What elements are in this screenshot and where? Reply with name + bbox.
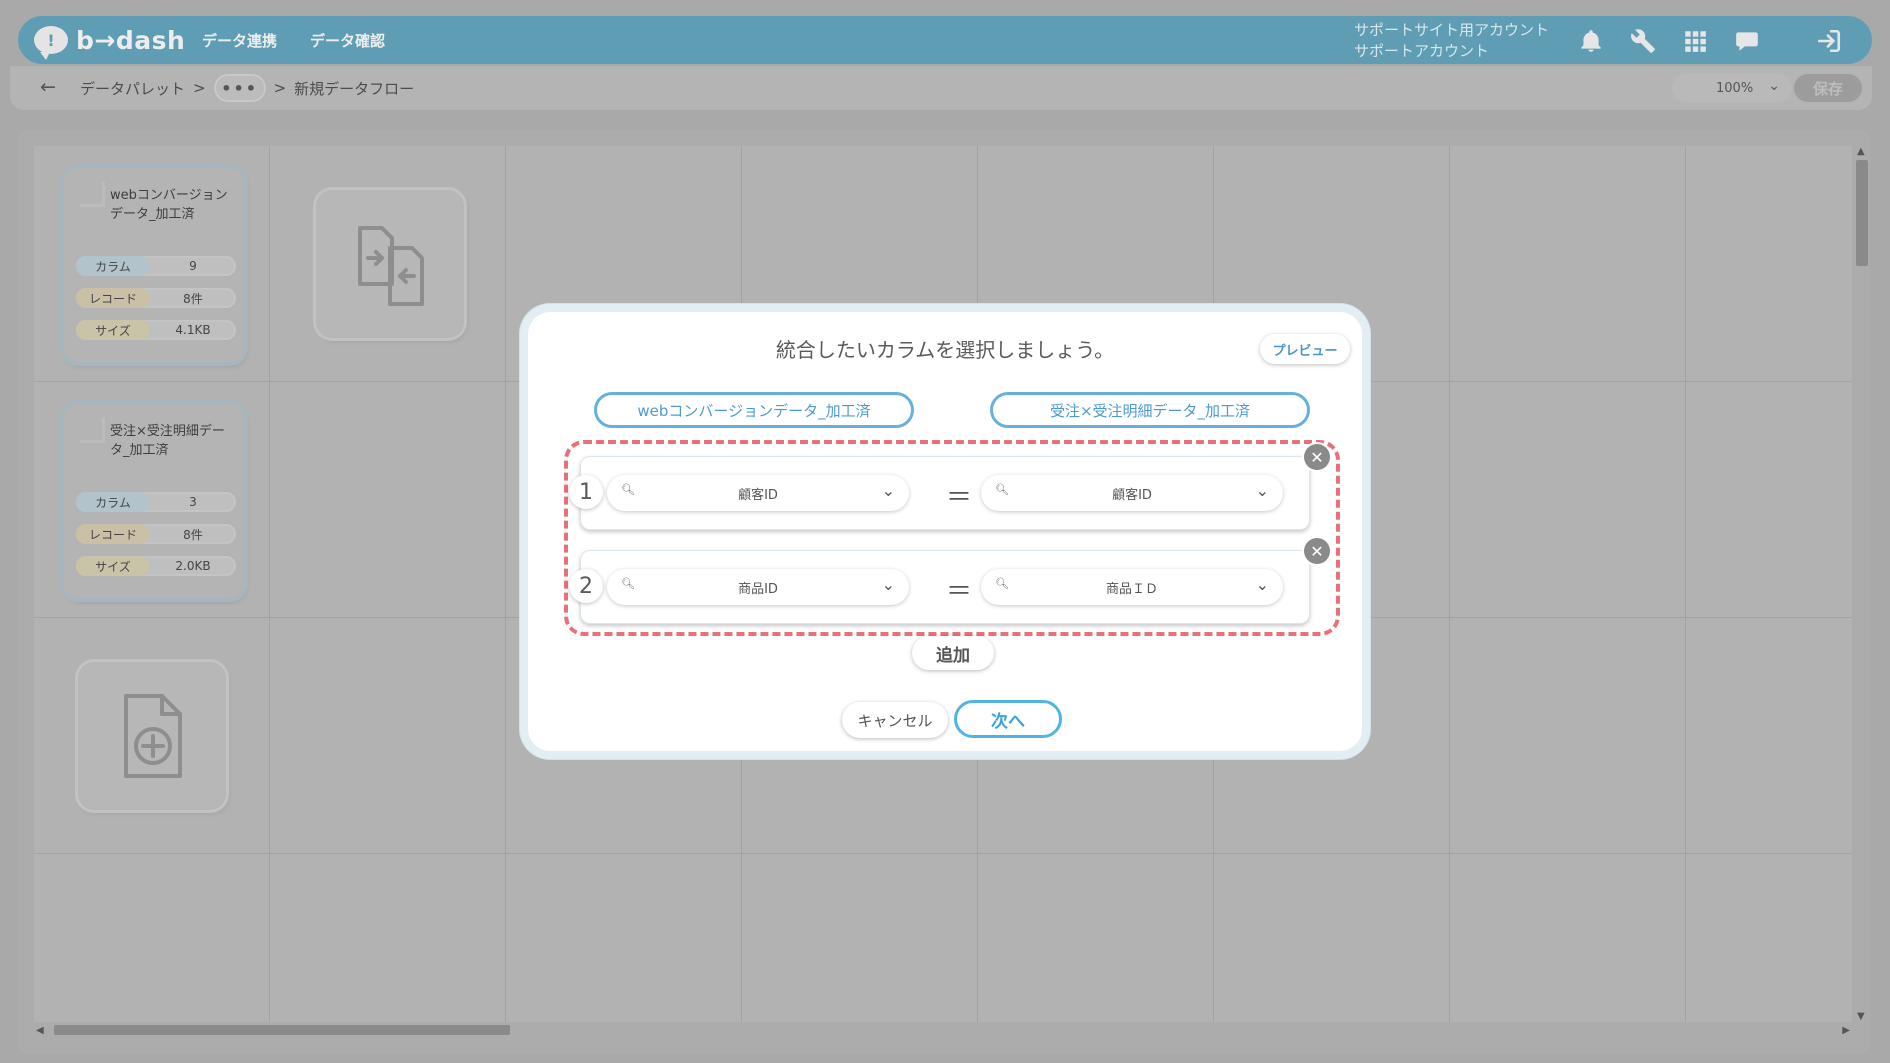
equals-sign: ＝	[946, 577, 973, 607]
stat-label: カラム	[76, 492, 150, 512]
selected-value: 顧客ID	[738, 488, 778, 503]
zoom-select[interactable]: 100% ⌄	[1672, 74, 1792, 102]
stat-label: カラム	[76, 256, 150, 276]
logo-mark-icon: !	[34, 26, 68, 60]
stat-label: レコード	[76, 524, 150, 544]
add-data-node[interactable]	[78, 662, 226, 810]
bell-icon[interactable]	[1578, 28, 1604, 54]
data-card[interactable]: 受注×受注明細データ_加工済 カラム 3 レコード 8件 サイズ 2.0KB	[64, 404, 244, 598]
stat-size: サイズ 4.1KB	[76, 320, 236, 340]
right-column-select[interactable]: 🔍︎ 顧客ID ⌄	[981, 475, 1283, 511]
scroll-down-arrow-icon[interactable]: ▼	[1857, 1011, 1865, 1022]
add-pair-button[interactable]: 追加	[912, 636, 994, 670]
cancel-button[interactable]: キャンセル	[842, 702, 948, 738]
chevron-down-icon: ⌄	[1255, 481, 1269, 500]
selected-value: 商品ＩＤ	[1105, 582, 1158, 597]
account-info[interactable]: サポートサイト用アカウント サポートアカウント	[1354, 20, 1549, 62]
stat-size: サイズ 2.0KB	[76, 556, 236, 576]
stat-label: サイズ	[76, 556, 150, 576]
logout-icon[interactable]	[1816, 28, 1842, 54]
remove-pair-icon[interactable]: ✕	[1304, 444, 1330, 470]
file-corner-icon	[80, 418, 105, 443]
row-number: 1	[569, 475, 603, 509]
breadcrumb-bar: ← データパレット > ••• > 新規データフロー 100% ⌄ 保存	[10, 66, 1872, 110]
stat-value: 4.1KB	[175, 323, 211, 337]
column-pair-row: 2 🔍︎ 商品ID ⌄ ＝ 🔍︎ 商品ＩＤ ⌄	[569, 550, 1310, 624]
chat-support-icon[interactable]	[1734, 28, 1760, 54]
nav-data-check[interactable]: データ確認	[310, 30, 385, 51]
merge-node[interactable]	[316, 190, 464, 338]
breadcrumb-more-button[interactable]: •••	[213, 74, 266, 102]
remove-pair-icon[interactable]: ✕	[1304, 538, 1330, 564]
breadcrumb-current: 新規データフロー	[294, 79, 415, 98]
horizontal-scrollbar[interactable]: ◀ ▶	[34, 1022, 1852, 1038]
stat-label: レコード	[76, 288, 150, 308]
wrench-icon[interactable]	[1630, 28, 1656, 54]
apps-grid-icon[interactable]	[1682, 28, 1708, 54]
breadcrumb-data-palette[interactable]: データパレット	[80, 78, 185, 99]
breadcrumb-separator: >	[273, 79, 287, 97]
breadcrumb: データパレット > ••• > 新規データフロー	[80, 66, 414, 110]
app-logo[interactable]: ! b→dash	[34, 24, 186, 60]
selected-value: 顧客ID	[1112, 488, 1152, 503]
stat-value: 8件	[183, 527, 203, 542]
add-file-icon	[124, 694, 182, 778]
right-source-label: 受注×受注明細データ_加工済	[990, 392, 1310, 428]
scroll-up-arrow-icon[interactable]: ▲	[1857, 146, 1865, 157]
chevron-down-icon: ⌄	[881, 575, 895, 594]
scroll-right-arrow-icon[interactable]: ▶	[1842, 1025, 1850, 1036]
left-column-select[interactable]: 🔍︎ 顧客ID ⌄	[607, 475, 909, 511]
stat-columns: カラム 9	[76, 256, 236, 276]
main-menu: データ連携 データ確認	[202, 16, 418, 64]
save-button[interactable]: 保存	[1794, 74, 1862, 102]
breadcrumb-separator: >	[193, 79, 206, 97]
column-merge-dialog: 統合したいカラムを選択しましょう。 プレビュー webコンバージョンデータ_加工…	[520, 304, 1370, 759]
stat-value: 2.0KB	[175, 559, 211, 573]
vertical-scrollbar[interactable]: ▲ ▼	[1854, 146, 1870, 1022]
nav-data-integration[interactable]: データ連携	[202, 30, 277, 51]
right-column-select[interactable]: 🔍︎ 商品ＩＤ ⌄	[981, 569, 1283, 605]
column-pair-row: 1 🔍︎ 顧客ID ⌄ ＝ 🔍︎ 顧客ID ⌄	[569, 456, 1310, 530]
horizontal-scroll-thumb[interactable]	[54, 1025, 510, 1035]
top-navigation-bar: ! b→dash データ連携 データ確認 サポートサイト用アカウント サポートア…	[18, 16, 1872, 64]
data-card-name: 受注×受注明細データ_加工済	[110, 424, 225, 458]
back-arrow-icon[interactable]: ←	[40, 76, 56, 98]
stat-value: 8件	[183, 291, 203, 306]
next-button[interactable]: 次へ	[954, 700, 1062, 738]
stat-value: 3	[189, 495, 197, 509]
file-corner-icon	[80, 182, 105, 207]
scroll-left-arrow-icon[interactable]: ◀	[36, 1025, 44, 1036]
account-user: サポートアカウント	[1354, 42, 1490, 60]
stat-records: レコード 8件	[76, 288, 236, 308]
chevron-down-icon: ⌄	[1255, 575, 1269, 594]
selected-value: 商品ID	[738, 582, 778, 597]
preview-button[interactable]: プレビュー	[1260, 334, 1350, 364]
dialog-title: 統合したいカラムを選択しましょう。	[775, 338, 1115, 362]
stat-records: レコード 8件	[76, 524, 236, 544]
merge-files-icon	[358, 226, 424, 306]
data-card-name: webコンバージョンデータ_加工済	[110, 188, 228, 222]
stat-columns: カラム 3	[76, 492, 236, 512]
chevron-down-icon: ⌄	[881, 481, 895, 500]
equals-sign: ＝	[946, 483, 973, 513]
left-column-select[interactable]: 🔍︎ 商品ID ⌄	[607, 569, 909, 605]
stat-label: サイズ	[76, 320, 150, 340]
chevron-down-icon: ⌄	[1768, 78, 1780, 94]
stat-value: 9	[189, 259, 197, 273]
vertical-scroll-thumb[interactable]	[1856, 160, 1868, 266]
account-name: サポートサイト用アカウント	[1354, 21, 1550, 39]
data-card[interactable]: webコンバージョンデータ_加工済 カラム 9 レコード 8件 サイズ 4.1K…	[64, 168, 244, 362]
row-number: 2	[569, 569, 603, 603]
logo-text: b→dash	[76, 25, 186, 55]
left-source-label: webコンバージョンデータ_加工済	[594, 392, 914, 428]
zoom-value: 100%	[1716, 80, 1754, 96]
